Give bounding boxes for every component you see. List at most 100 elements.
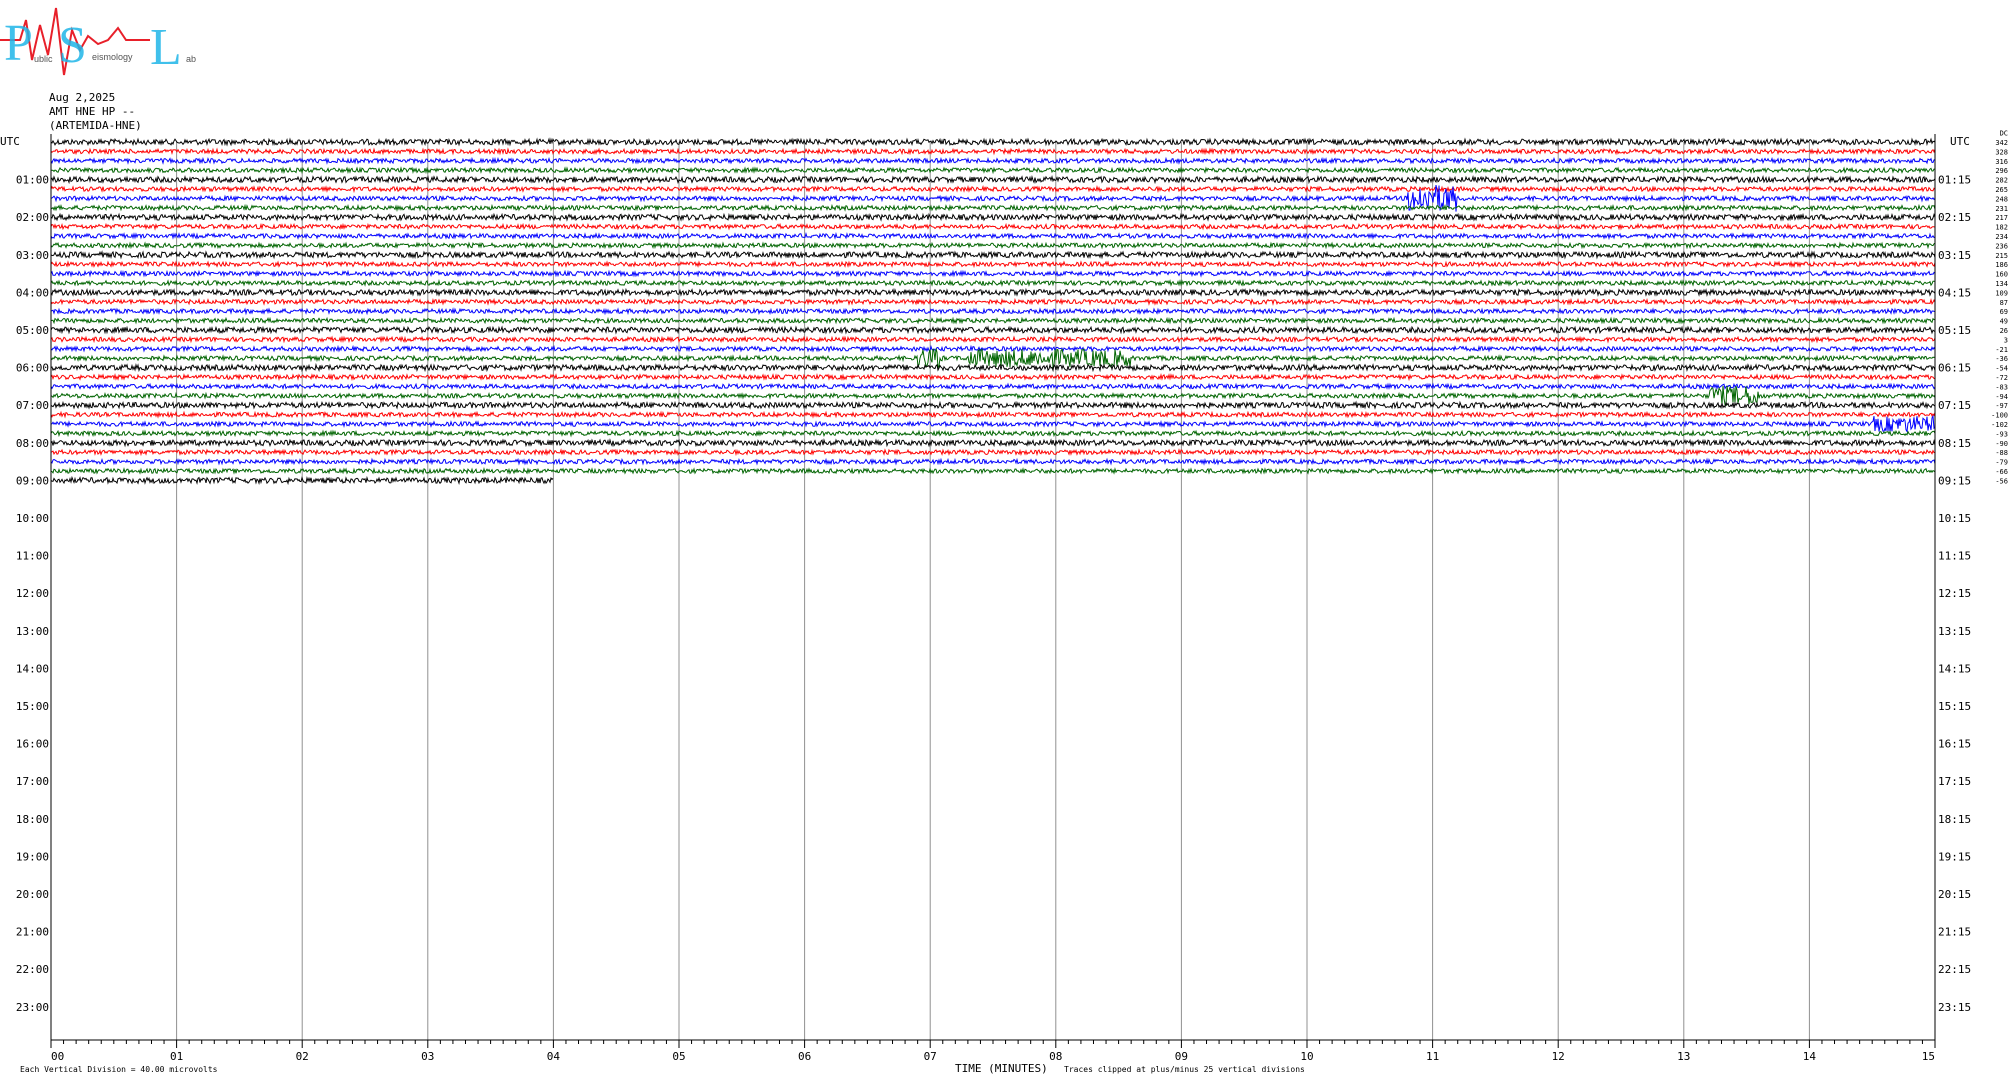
hour-label-left: 20:00 — [16, 888, 49, 901]
seismic-trace — [50, 203, 1936, 212]
trace-offset-label: -83 — [1995, 383, 2008, 391]
hour-label-right: 04:15 — [1938, 286, 1971, 299]
hour-label-left: 16:00 — [16, 738, 49, 751]
seismic-trace — [50, 287, 1936, 298]
seismic-trace — [50, 344, 1936, 353]
trace-offset-label: -72 — [1995, 374, 2008, 382]
x-tick-label: 05 — [672, 1050, 685, 1063]
x-tick-label: 15 — [1922, 1050, 1935, 1063]
trace-offset-label: -56 — [1995, 477, 2008, 485]
hour-label-left: 15:00 — [16, 700, 49, 713]
x-tick-label: 06 — [798, 1050, 811, 1063]
trace-offset-label: 215 — [1995, 252, 2008, 260]
trace-offset-label: -79 — [1995, 459, 2008, 467]
trace-offset-label: 160 — [1995, 271, 2008, 279]
trace-offset-label: 282 — [1995, 177, 2008, 185]
hour-label-right: 12:15 — [1938, 587, 1971, 600]
trace-offset-label: 316 — [1995, 158, 2008, 166]
hour-label-right: 01:15 — [1938, 174, 1971, 187]
trace-offset-label: DC — [2000, 130, 2008, 138]
hour-label-right: 05:15 — [1938, 324, 1971, 337]
hour-label-right: 03:15 — [1938, 249, 1971, 262]
x-tick-label: 04 — [547, 1050, 561, 1063]
trace-offset-label: 69 — [2000, 308, 2008, 316]
x-tick-label: 13 — [1677, 1050, 1690, 1063]
trace-offset-label: 182 — [1995, 224, 2008, 232]
trace-offset-label: 217 — [1995, 214, 2008, 222]
seismic-trace — [50, 400, 1936, 410]
hour-label-left: 02:00 — [16, 211, 49, 224]
seismic-trace — [50, 414, 1936, 433]
hour-label-right: 21:15 — [1938, 926, 1971, 939]
hour-label-right: 10:15 — [1938, 512, 1971, 525]
trace-offset-label: -90 — [1995, 440, 2008, 448]
trace-offset-label: 49 — [2000, 318, 2008, 326]
hour-label-right: 07:15 — [1938, 399, 1971, 412]
helicorder-plot: UTC UTC 01:00 02:00 03:00 04:00 05:00 06:00 07:0… — [0, 130, 2008, 1075]
x-tick-label: 10 — [1300, 1050, 1313, 1063]
seismic-trace — [50, 212, 1936, 222]
hour-label-left: 03:00 — [16, 249, 49, 262]
hour-label-right: 18:15 — [1938, 813, 1971, 826]
seismic-trace — [50, 335, 1936, 344]
hour-label-right: 06:15 — [1938, 362, 1971, 375]
trace-offset-label: -54 — [1995, 365, 2008, 373]
seismic-trace — [50, 429, 1936, 438]
trace-offset-label: 265 — [1995, 186, 2008, 194]
seismic-trace — [50, 137, 1936, 147]
trace-offset-label: -97 — [1995, 402, 2008, 410]
hour-label-left: 06:00 — [16, 362, 49, 375]
hour-label-left: 08:00 — [16, 437, 49, 450]
trace-offset-label: -93 — [1995, 430, 2008, 438]
x-tick-label: 02 — [296, 1050, 309, 1063]
vertical-division-note: Each Vertical Division = 40.00 microvolt… — [20, 1065, 218, 1074]
trace-offset-label: 234 — [1995, 233, 2008, 241]
hour-label-left: 18:00 — [16, 813, 49, 826]
seismic-trace — [50, 385, 1936, 407]
left-utc-label: UTC — [0, 135, 20, 148]
hour-label-right: 08:15 — [1938, 437, 1971, 450]
seismic-trace — [50, 348, 1936, 370]
trace-offset-label: -21 — [1995, 346, 2008, 354]
seismic-trace — [50, 410, 1936, 419]
x-tick-label: 07 — [924, 1050, 937, 1063]
x-tick-label: 03 — [421, 1050, 434, 1063]
hour-label-left: 22:00 — [16, 963, 49, 976]
hour-label-right: 11:15 — [1938, 550, 1971, 563]
hour-label-left: 21:00 — [16, 926, 49, 939]
hour-label-right: 23:15 — [1938, 1001, 1971, 1014]
hour-label-right: 13:15 — [1938, 625, 1971, 638]
trace-offset-label: 328 — [1995, 148, 2008, 156]
seismic-trace — [50, 232, 1936, 241]
x-tick-label: 08 — [1049, 1050, 1062, 1063]
seismic-trace — [50, 156, 1936, 165]
trace-offset-label: -88 — [1995, 449, 2008, 457]
x-tick-label: 01 — [170, 1050, 183, 1063]
right-utc-label: UTC — [1950, 135, 1970, 148]
hour-label-left: 05:00 — [16, 324, 49, 337]
x-tick-label: 00 — [51, 1050, 64, 1063]
seismic-trace — [50, 316, 1936, 325]
seismic-trace — [50, 382, 1936, 391]
seismic-trace — [50, 457, 1936, 466]
seismic-trace — [50, 147, 1936, 156]
x-axis-label: TIME (MINUTES) — [955, 1062, 1048, 1075]
hour-label-left: 07:00 — [16, 399, 49, 412]
trace-offset-label: 109 — [1995, 289, 2008, 297]
trace-offset-label: 248 — [1995, 195, 2008, 203]
clipping-note: Traces clipped at plus/minus 25 vertical… — [1064, 1065, 1305, 1074]
trace-offset-label: 236 — [1995, 242, 2008, 250]
seismic-trace — [50, 297, 1936, 306]
hour-label-right: 09:15 — [1938, 474, 1971, 487]
seismic-trace — [50, 279, 1936, 288]
trace-offset-label: -94 — [1995, 393, 2008, 401]
hour-label-left: 09:00 — [16, 474, 49, 487]
hour-label-left: 10:00 — [16, 512, 49, 525]
trace-offset-label: 3 — [2004, 336, 2008, 344]
hour-label-right: 02:15 — [1938, 211, 1971, 224]
trace-offset-label: -66 — [1995, 468, 2008, 476]
hour-label-right: 15:15 — [1938, 700, 1971, 713]
seismic-trace — [50, 466, 1936, 476]
x-tick-label: 11 — [1426, 1050, 1439, 1063]
seismic-trace — [50, 222, 1936, 231]
